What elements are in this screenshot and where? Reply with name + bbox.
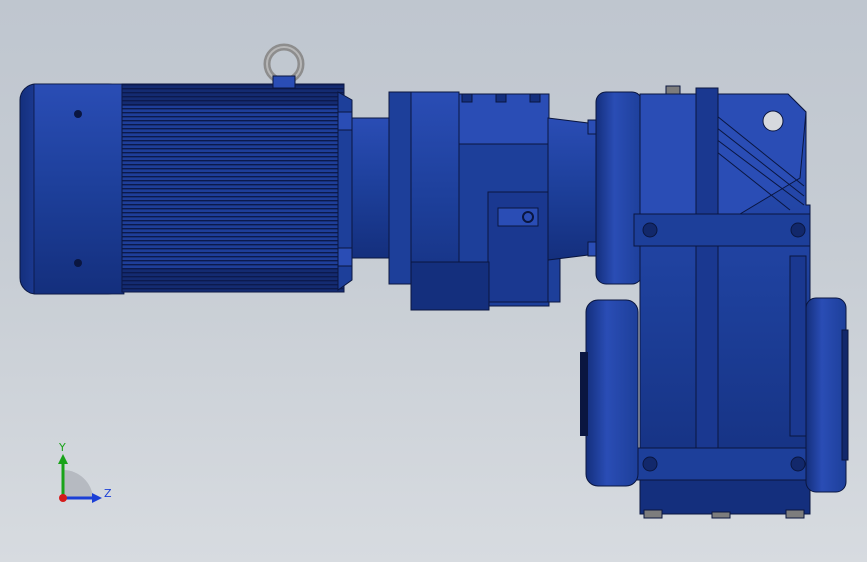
bolt-icon	[74, 110, 82, 118]
y-axis-label: Y	[58, 441, 66, 454]
bolt-icon	[642, 456, 658, 472]
y-arrow-head-icon	[58, 454, 68, 464]
motor-adapter	[351, 117, 393, 259]
z-axis-label: Z	[104, 487, 112, 500]
motor-end-cap	[19, 83, 125, 295]
triad-arc	[63, 469, 93, 498]
mounting-hole-icon	[762, 110, 784, 132]
output-shaft-right	[805, 297, 849, 493]
output-shaft-left	[580, 299, 639, 487]
graphics-viewport[interactable]: Y Z	[0, 0, 867, 562]
gear-motor-model[interactable]	[0, 0, 867, 562]
coordinate-triad: Y Z	[58, 441, 112, 503]
motor-housing	[121, 83, 353, 293]
bolt-icon	[790, 222, 806, 238]
parallel-shaft-gearbox	[633, 85, 811, 519]
z-arrow-head-icon	[92, 493, 102, 503]
bolt-icon	[74, 259, 82, 267]
gear-stage-housing	[388, 91, 561, 311]
gear-stage-flange	[595, 91, 643, 285]
gearbox-neck	[547, 117, 597, 261]
bolt-icon	[642, 222, 658, 238]
x-axis-dot-icon	[59, 494, 67, 502]
bolt-icon	[790, 456, 806, 472]
lifting-eye	[263, 43, 305, 89]
